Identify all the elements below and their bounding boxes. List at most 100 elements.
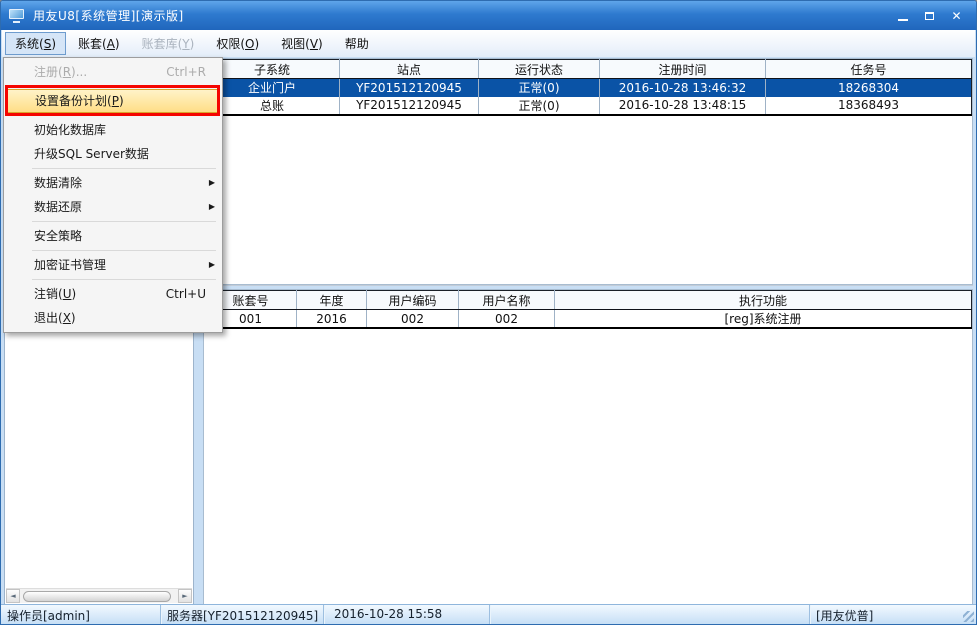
scroll-right-button[interactable]: ► xyxy=(178,589,192,603)
app-window: 用友U8[系统管理][演示版] ✕ 系统(S) 账套(A) 账套库(Y) 权限(… xyxy=(0,0,977,625)
cell: 企业门户 xyxy=(205,79,340,97)
menubar-item-system[interactable]: 系统(S) xyxy=(5,32,66,55)
task-table-header-row: 账套号 年度 用户编码 用户名称 执行功能 xyxy=(205,291,972,310)
shortcut-label: Ctrl+U xyxy=(166,282,206,306)
header-cell: 注册时间 xyxy=(600,60,766,79)
cell: 002 xyxy=(459,310,555,329)
header-cell: 执行功能 xyxy=(555,291,972,310)
label: 注册( xyxy=(34,65,63,79)
table-row[interactable]: 总账 YF201512120945 正常(0) 2016-10-28 13:48… xyxy=(205,97,972,115)
label: ) xyxy=(115,37,120,51)
window-title: 用友U8[系统管理][演示版] xyxy=(33,7,184,24)
submenu-arrow-icon: ▶ xyxy=(209,195,215,219)
header-cell: 年度 xyxy=(297,291,367,310)
content-area: 子系统 站点 运行状态 注册时间 任务号 企业门户 YF201512120945… xyxy=(203,58,973,606)
system-menu-popup: 注册(R)... Ctrl+R 设置备份计划(P) 初始化数据库 升级SQL S… xyxy=(3,57,223,333)
menu-item-cert-manage[interactable]: 加密证书管理 ▶ xyxy=(4,253,222,277)
scroll-left-button[interactable]: ◄ xyxy=(6,589,20,603)
mnemonic: R xyxy=(63,65,71,79)
menu-separator xyxy=(32,86,216,87)
close-icon: ✕ xyxy=(951,10,961,22)
label: 数据清除 xyxy=(34,176,82,190)
session-pane: 子系统 站点 运行状态 注册时间 任务号 企业门户 YF201512120945… xyxy=(203,58,973,285)
label: 视图( xyxy=(281,35,310,52)
menu-item-logout[interactable]: 注销(U) Ctrl+U xyxy=(4,282,222,306)
header-cell: 用户名称 xyxy=(459,291,555,310)
label: 账套库( xyxy=(142,35,183,52)
status-server: 服务器[YF201512120945] xyxy=(161,605,324,624)
menubar-item-permissions[interactable]: 权限(O) xyxy=(206,32,269,55)
cell: 正常(0) xyxy=(479,97,600,115)
menu-separator xyxy=(32,221,216,222)
label: ) xyxy=(318,37,323,51)
label: 账套( xyxy=(78,35,107,52)
label: 升级SQL Server数据 xyxy=(34,147,149,161)
cell: 总账 xyxy=(205,97,340,115)
mnemonic: A xyxy=(107,37,115,51)
status-vendor: [用友优普] xyxy=(810,605,961,624)
status-operator: 操作员[admin] xyxy=(1,605,161,624)
mnemonic: P xyxy=(112,94,119,108)
cell: YF201512120945 xyxy=(340,97,479,115)
shortcut-label: Ctrl+R xyxy=(166,60,206,84)
scroll-left-icon: ◄ xyxy=(10,592,15,600)
title-bar: 用友U8[系统管理][演示版] ✕ xyxy=(1,1,976,30)
menu-item-data-clear[interactable]: 数据清除 ▶ xyxy=(4,171,222,195)
menu-item-upgrade-sql[interactable]: 升级SQL Server数据 xyxy=(4,142,222,166)
header-cell: 任务号 xyxy=(766,60,972,79)
header-cell: 子系统 xyxy=(205,60,340,79)
table-row[interactable]: 001 2016 002 002 [reg]系统注册 xyxy=(205,310,972,329)
maximize-button[interactable] xyxy=(916,5,943,27)
app-monitor-icon xyxy=(9,9,25,23)
label: ) xyxy=(190,37,195,51)
menubar-item-account-lib: 账套库(Y) xyxy=(132,32,205,55)
mnemonic: S xyxy=(44,37,52,51)
scrollbar-thumb[interactable] xyxy=(23,591,171,602)
status-bar: 操作员[admin] 服务器[YF201512120945] 2016-10-2… xyxy=(1,604,976,624)
menu-item-data-restore[interactable]: 数据还原 ▶ xyxy=(4,195,222,219)
menubar-item-view[interactable]: 视图(V) xyxy=(271,32,333,55)
mnemonic: O xyxy=(245,37,254,51)
label: 系统( xyxy=(15,35,44,52)
horizontal-scrollbar[interactable]: ◄ ► xyxy=(6,588,192,603)
label: 注销( xyxy=(34,287,63,301)
menubar-item-help[interactable]: 帮助 xyxy=(335,32,379,55)
submenu-arrow-icon: ▶ xyxy=(209,253,215,277)
session-table: 子系统 站点 运行状态 注册时间 任务号 企业门户 YF201512120945… xyxy=(204,59,972,116)
menu-separator xyxy=(32,115,216,116)
header-cell: 用户编码 xyxy=(367,291,459,310)
task-table: 账套号 年度 用户编码 用户名称 执行功能 001 2016 002 002 [… xyxy=(204,290,972,329)
label: 退出( xyxy=(34,311,63,325)
label: 设置备份计划( xyxy=(35,94,112,108)
close-button[interactable]: ✕ xyxy=(943,5,970,27)
label: 数据还原 xyxy=(34,200,82,214)
menu-item-security-policy[interactable]: 安全策略 xyxy=(4,224,222,248)
label: )... xyxy=(71,65,87,79)
task-pane: 账套号 年度 用户编码 用户名称 执行功能 001 2016 002 002 [… xyxy=(203,289,973,606)
menu-item-init-database[interactable]: 初始化数据库 xyxy=(4,118,222,142)
mnemonic: V xyxy=(310,37,318,51)
menubar-item-account[interactable]: 账套(A) xyxy=(68,32,130,55)
minimize-button[interactable] xyxy=(889,5,916,27)
cell: YF201512120945 xyxy=(340,79,479,97)
label: ) xyxy=(254,37,259,51)
menu-item-register: 注册(R)... Ctrl+R xyxy=(4,60,222,84)
submenu-arrow-icon: ▶ xyxy=(209,171,215,195)
cell: [reg]系统注册 xyxy=(555,310,972,329)
resize-grip[interactable] xyxy=(961,605,976,624)
menu-item-backup-plan[interactable]: 设置备份计划(P) xyxy=(6,89,220,113)
cell: 2016-10-28 13:46:32 xyxy=(600,79,766,97)
label: 安全策略 xyxy=(34,229,82,243)
label: ) xyxy=(119,94,124,108)
cell: 18268304 xyxy=(766,79,972,97)
cell: 002 xyxy=(367,310,459,329)
label: ) xyxy=(71,287,76,301)
header-cell: 运行状态 xyxy=(479,60,600,79)
header-cell: 站点 xyxy=(340,60,479,79)
table-row-selected[interactable]: 企业门户 YF201512120945 正常(0) 2016-10-28 13:… xyxy=(205,79,972,97)
status-spacer xyxy=(490,605,810,624)
menu-item-exit[interactable]: 退出(X) xyxy=(4,306,222,330)
mnemonic: X xyxy=(63,311,71,325)
cell: 2016-10-28 13:48:15 xyxy=(600,97,766,115)
cell: 2016 xyxy=(297,310,367,329)
